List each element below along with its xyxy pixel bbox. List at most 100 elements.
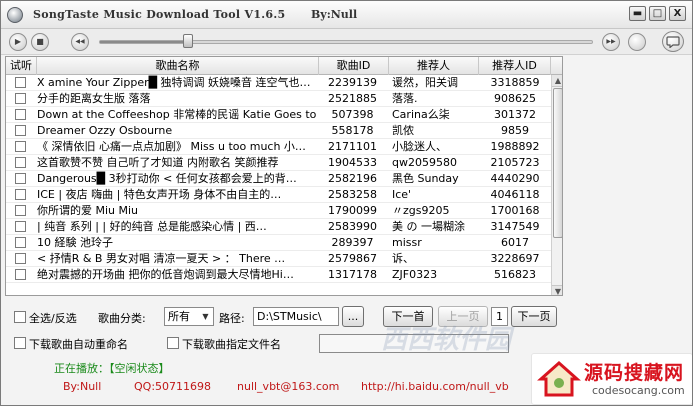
table-row[interactable]: 《 深情依旧 心痛一点点加剧》 Miss u too much 小… 217110… (6, 139, 551, 155)
path-input[interactable]: D:\STMusic\ (253, 307, 339, 326)
song-name: 分手的距离女生版 落落 (37, 92, 151, 105)
row-checkbox[interactable] (15, 221, 26, 232)
song-id: 1790099 (328, 204, 377, 217)
playback-status: 正在播放：【空闲状态】 (54, 362, 170, 375)
row-checkbox[interactable] (15, 253, 26, 264)
row-checkbox[interactable] (15, 77, 26, 88)
recommender: qw2059580 (392, 156, 457, 169)
title-bar: SongTaste Music Download Tool V1.6.5 By:… (1, 1, 692, 29)
browse-button[interactable]: ... (342, 306, 364, 327)
table-row[interactable]: Dangerous█ 3秒打动你 < 任何女孩都会爱上的背… 2582196 黑色 … (6, 171, 551, 187)
row-checkbox[interactable] (15, 93, 26, 104)
title-author: By:Null (311, 8, 358, 21)
table-row[interactable]: ICE | 夜店 嗨曲 | 特色女声开场 身体不由自主的… 2583258 Ice'… (6, 187, 551, 203)
recommender: Ice' (392, 188, 412, 201)
song-id: 2583258 (328, 188, 377, 201)
close-button[interactable]: X (669, 6, 686, 21)
play-button[interactable]: ▶ (9, 33, 27, 51)
recommender: 小腍迷人、 (392, 140, 447, 153)
header-song-id[interactable]: 歌曲ID (319, 57, 389, 75)
custom-name-checkbox[interactable] (167, 337, 179, 349)
category-select[interactable]: 所有 ▼ (164, 307, 214, 326)
recommender: 〃zgs9205 (392, 204, 450, 217)
previous-track-button[interactable]: ◀◀ (71, 33, 89, 51)
recommender-id: 3318859 (490, 76, 540, 89)
volume-button[interactable] (628, 33, 646, 51)
row-checkbox[interactable] (15, 173, 26, 184)
table-row[interactable]: 分手的距离女生版 落落 2521885 落落. 908625 (6, 91, 551, 107)
table-row[interactable]: Dreamer Ozzy Osbourne 558178 凯侬 9859 (6, 123, 551, 139)
footer-url-link[interactable]: http://hi.baidu.com/null_vb (361, 380, 509, 393)
song-id: 1317178 (328, 268, 377, 281)
song-id: 2171101 (328, 140, 377, 153)
recommender: 谖然，阳关调 (392, 76, 458, 89)
header-recommender[interactable]: 推荐人 (389, 57, 479, 75)
row-checkbox[interactable] (15, 237, 26, 248)
header-recommender-id[interactable]: 推荐人ID (479, 57, 551, 75)
select-all-checkbox[interactable] (14, 311, 26, 323)
watermark-en: codesocang.com (592, 384, 685, 397)
recommender-id: 1988892 (490, 140, 540, 153)
row-checkbox[interactable] (15, 189, 26, 200)
scroll-thumb[interactable] (553, 88, 562, 238)
header-listen[interactable]: 试听 (6, 57, 37, 75)
custom-name-label: 下载歌曲指定文件名 (182, 338, 281, 351)
row-checkbox[interactable] (15, 157, 26, 168)
table-scrollbar[interactable]: ▲ ▼ (551, 75, 562, 295)
select-all-label: 全选/反选 (29, 312, 77, 325)
song-name: ICE | 夜店 嗨曲 | 特色女声开场 身体不由自主的… (37, 188, 282, 201)
recommender-id: 1700168 (490, 204, 540, 217)
player-bar: ▶ ■ ◀◀ ▶▶ (1, 29, 692, 55)
song-id: 2583990 (328, 220, 377, 233)
recommender: ZJF0323 (392, 268, 438, 281)
recommender-id: 4046118 (490, 188, 540, 201)
table-row[interactable]: X amine Your Zipper█ 独特调调 妖娆嗓音 连空气也… 2239… (6, 75, 551, 91)
seek-handle[interactable] (182, 34, 193, 48)
table-row[interactable]: < 抒情R & B 男女对唱 清凉一夏天 > ： There … 2579867 诉… (6, 251, 551, 267)
stop-button[interactable]: ■ (31, 33, 49, 51)
song-id: 289397 (331, 236, 374, 249)
window-title: SongTaste Music Download Tool V1.6.5 (33, 8, 286, 21)
row-checkbox[interactable] (15, 109, 26, 120)
recommender-id: 6017 (501, 236, 529, 249)
next-track-button[interactable]: ▶▶ (602, 33, 620, 51)
table-row[interactable]: Down at the Coffeeshop 非常棒的民谣 Katie Goes… (6, 107, 551, 123)
app-window: SongTaste Music Download Tool V1.6.5 By:… (0, 0, 693, 406)
seek-bar[interactable] (99, 40, 593, 44)
category-value: 所有 (168, 310, 190, 323)
category-label: 歌曲分类: (98, 312, 146, 325)
song-name: < 抒情R & B 男女对唱 清凉一夏天 > ： There … (37, 252, 286, 265)
row-checkbox[interactable] (15, 205, 26, 216)
table-row[interactable]: 这首歌赞不赞 自己听了才知道 内附歌名 笑颜推荐 1904533 qw2059580… (6, 155, 551, 171)
header-song-name[interactable]: 歌曲名称 (37, 57, 319, 75)
maximize-button[interactable]: □ (649, 6, 666, 21)
song-name: 这首歌赞不赞 自己听了才知道 内附歌名 笑颜推荐 (37, 156, 279, 169)
table-row[interactable]: 你所谓的爱 Miu Miu 1790099 〃zgs9205 1700168 (6, 203, 551, 219)
table-row[interactable]: 10 経験 池玲子 289397 missr 6017 (6, 235, 551, 251)
table-row[interactable]: | 纯音 系列 | | 好的纯音 总是能感染心情 | 西… 2583990 美 の … (6, 219, 551, 235)
recommender-id: 9859 (501, 124, 529, 137)
table-row[interactable]: 绝对震撼的开场曲 把你的低音炮调到最大尽情地Hi… 1317178 ZJF0323 5… (6, 267, 551, 283)
footer-email-link[interactable]: null_vbt@163.com (237, 380, 339, 393)
scroll-up-icon[interactable]: ▲ (552, 75, 562, 87)
minimize-button[interactable]: ▬ (629, 6, 646, 21)
row-checkbox[interactable] (15, 141, 26, 152)
song-name: Down at the Coffeeshop 非常棒的民谣 Katie Goes… (37, 108, 319, 121)
recommender: missr (392, 236, 422, 249)
row-checkbox[interactable] (15, 269, 26, 280)
row-checkbox[interactable] (15, 125, 26, 136)
chat-bubble-icon[interactable] (662, 31, 684, 52)
recommender-id: 516823 (494, 268, 536, 281)
auto-rename-checkbox[interactable] (14, 337, 26, 349)
song-name: 你所谓的爱 Miu Miu (37, 204, 139, 217)
song-id: 2579867 (328, 252, 377, 265)
seek-progress (100, 41, 189, 43)
path-label: 路径: (219, 312, 245, 325)
table-body: X amine Your Zipper█ 独特调调 妖娆嗓音 连空气也… 2239… (6, 75, 551, 283)
scroll-down-icon[interactable]: ▼ (552, 285, 562, 295)
song-name: X amine Your Zipper█ 独特调调 妖娆嗓音 连空气也… (37, 76, 311, 89)
next-page-button[interactable]: 下一页 (511, 306, 557, 327)
recommender-id: 3228697 (490, 252, 540, 265)
chevron-down-icon: ▼ (202, 312, 209, 321)
footer-author: By:Null (63, 380, 102, 393)
